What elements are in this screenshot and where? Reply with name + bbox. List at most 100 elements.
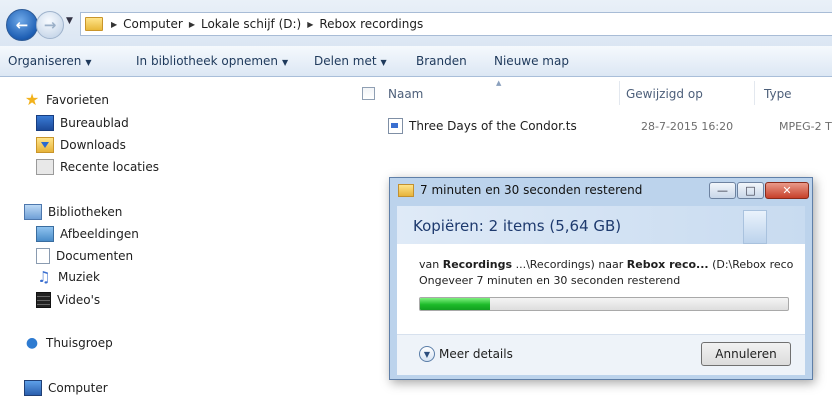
breadcrumb-item-folder[interactable]: ▶ Rebox recordings — [305, 17, 423, 31]
column-label: Gewijzigd op — [626, 87, 703, 101]
back-button[interactable]: ← — [6, 9, 38, 41]
organize-label: Organiseren — [8, 54, 82, 68]
chevron-down-circle-icon: ▼ — [419, 346, 435, 362]
nav-label: Bibliotheken — [48, 205, 123, 219]
select-all-checkbox[interactable] — [362, 87, 375, 100]
column-header-name[interactable]: Naam — [388, 87, 423, 101]
nav-label: Thuisgroep — [46, 336, 113, 350]
nav-item-homegroup[interactable]: ● Thuisgroep — [24, 336, 113, 350]
more-details-label: Meer details — [439, 347, 513, 361]
nav-label: Bureaublad — [60, 116, 129, 130]
nav-item-recent[interactable]: Recente locaties — [36, 159, 159, 175]
nav-item-music[interactable]: ♫ Muziek — [36, 268, 100, 286]
nav-item-downloads[interactable]: Downloads — [36, 137, 126, 153]
from-prefix: van — [419, 258, 440, 271]
column-header-modified[interactable]: Gewijzigd op — [626, 87, 703, 101]
film-icon — [36, 292, 51, 308]
cancel-label: Annuleren — [715, 347, 777, 361]
source-link[interactable]: Recordings — [443, 258, 512, 271]
destination-link[interactable]: Rebox reco... — [627, 258, 709, 271]
dialog-title-text: 7 minuten en 30 seconden resterend — [420, 183, 643, 197]
copy-progress-dialog: 7 minuten en 30 seconden resterend — □ ✕… — [389, 177, 813, 380]
cancel-button[interactable]: Annuleren — [701, 342, 791, 366]
pictures-icon — [36, 226, 54, 242]
copy-summary: Kopiëren: 2 items (5,64 GB) — [413, 217, 622, 235]
column-label: Type — [764, 87, 792, 101]
nav-item-desktop[interactable]: Bureaublad — [36, 115, 129, 131]
new-folder-button[interactable]: Nieuwe map — [494, 54, 569, 68]
chevron-down-icon: ▼ — [66, 16, 73, 26]
column-divider[interactable] — [619, 81, 620, 105]
homegroup-icon: ● — [25, 335, 39, 351]
chevron-down-icon: ▼ — [380, 58, 387, 67]
close-button[interactable]: ✕ — [765, 182, 809, 199]
column-header-type[interactable]: Type — [764, 87, 792, 101]
dialog-footer: ▼ Meer details Annuleren — [397, 334, 805, 375]
dialog-body: van Recordings ...\Recordings) naar Rebo… — [397, 244, 805, 334]
file-row[interactable]: Three Days of the Condor.ts 28-7-2015 16… — [388, 118, 832, 134]
chevron-down-icon: ▼ — [282, 58, 289, 67]
documents-icon — [36, 248, 50, 264]
nav-item-libraries[interactable]: Bibliotheken — [24, 204, 122, 220]
nav-item-favorites[interactable]: ★ Favorieten — [24, 92, 109, 108]
nav-item-documents[interactable]: Documenten — [36, 248, 133, 264]
new-folder-label: Nieuwe map — [494, 54, 569, 68]
nav-label: Recente locaties — [60, 160, 159, 174]
close-icon: ✕ — [782, 184, 792, 197]
minimize-button[interactable]: — — [709, 182, 736, 199]
destination-path: (D:\Rebox reco — [712, 258, 794, 271]
recent-pages-dropdown[interactable]: ▼ — [66, 16, 73, 26]
downloads-icon — [36, 137, 54, 153]
maximize-icon: □ — [745, 184, 756, 197]
burn-button[interactable]: Branden — [416, 54, 467, 68]
nav-label: Favorieten — [46, 93, 109, 107]
breadcrumb-label: Rebox recordings — [319, 17, 424, 31]
chevron-right-icon: ▶ — [307, 19, 314, 29]
copy-folder-icon — [398, 183, 414, 197]
nav-label: Downloads — [60, 138, 126, 152]
burn-label: Branden — [416, 54, 467, 68]
include-in-library-button[interactable]: In bibliotheek opnemen ▼ — [136, 54, 288, 68]
back-arrow-icon: ← — [15, 16, 29, 34]
folder-graphic-icon — [743, 210, 767, 244]
maximize-button[interactable]: □ — [737, 182, 764, 199]
nav-label: Muziek — [58, 270, 100, 284]
organize-button[interactable]: Organiseren ▼ — [8, 54, 92, 68]
nav-label: Computer — [48, 381, 108, 395]
breadcrumb-label: Lokale schijf (D:) — [200, 17, 302, 31]
time-remaining: Ongeveer 7 minuten en 30 seconden rester… — [419, 274, 681, 287]
breadcrumb-label: Computer — [123, 17, 183, 31]
nav-item-pictures[interactable]: Afbeeldingen — [36, 226, 139, 242]
column-divider[interactable] — [754, 81, 755, 105]
forward-arrow-icon: → — [43, 16, 57, 34]
breadcrumb[interactable]: ▶ Computer ▶ Lokale schijf (D:) ▶ Rebox rec… — [80, 12, 832, 36]
share-with-button[interactable]: Delen met ▼ — [314, 54, 387, 68]
include-in-library-label: In bibliotheek opnemen — [136, 54, 279, 68]
column-label: Naam — [388, 87, 424, 101]
breadcrumb-item-computer[interactable]: ▶ Computer — [109, 17, 183, 31]
file-type: MPEG-2 TS- — [779, 119, 832, 133]
recent-locations-icon — [36, 159, 54, 175]
source-destination-line: van Recordings ...\Recordings) naar Rebo… — [419, 258, 799, 271]
music-note-icon: ♫ — [37, 268, 51, 286]
file-name: Three Days of the Condor.ts — [409, 119, 577, 133]
video-file-icon — [388, 118, 403, 134]
forward-button[interactable]: → — [36, 11, 64, 39]
folder-icon — [85, 17, 103, 31]
desktop-icon — [36, 115, 54, 131]
navigation-pane: ★ Favorieten Bureaublad Downloads Recente… — [0, 77, 352, 396]
chevron-right-icon: ▶ — [111, 19, 118, 29]
library-icon — [24, 204, 42, 220]
nav-label: Documenten — [56, 249, 134, 263]
source-path: ...\Recordings) — [515, 258, 595, 271]
progress-fill — [420, 298, 490, 310]
breadcrumb-item-drive[interactable]: ▶ Lokale schijf (D:) — [187, 17, 301, 31]
to-word: naar — [598, 258, 624, 271]
dialog-header: Kopiëren: 2 items (5,64 GB) — [397, 206, 805, 244]
dialog-title: 7 minuten en 30 seconden resterend — [398, 183, 642, 197]
chevron-down-icon: ▼ — [85, 58, 92, 67]
file-modified: 28-7-2015 16:20 — [641, 119, 734, 133]
more-details-toggle[interactable]: ▼ Meer details — [419, 346, 513, 362]
minimize-icon: — — [717, 184, 728, 197]
nav-item-videos[interactable]: Video's — [36, 292, 100, 308]
